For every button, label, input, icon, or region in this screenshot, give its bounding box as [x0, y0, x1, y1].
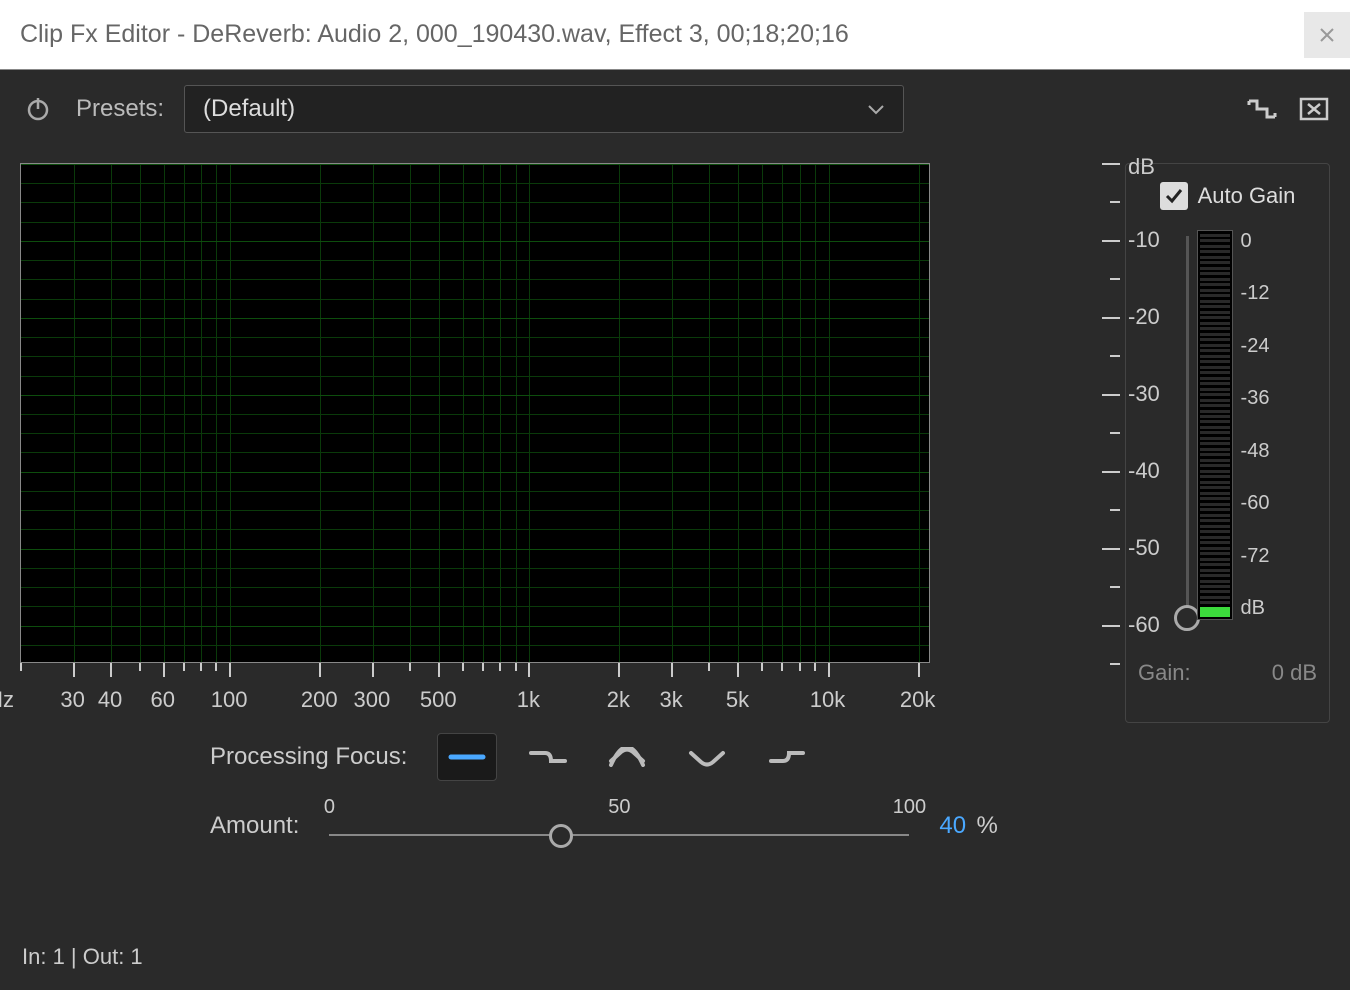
focus-lowshelf-button[interactable] — [517, 733, 577, 781]
preset-dropdown[interactable]: (Default) — [184, 85, 904, 133]
delete-preset-button[interactable] — [1298, 93, 1330, 125]
amount-label: Amount: — [210, 812, 299, 840]
preset-selected-text: (Default) — [203, 95, 295, 123]
toolbar: Presets: (Default) — [20, 85, 1330, 133]
focus-all-button[interactable] — [437, 733, 497, 781]
auto-gain-label: Auto Gain — [1198, 183, 1296, 209]
gain-slider[interactable] — [1186, 236, 1189, 616]
amount-value[interactable]: 40 — [939, 812, 966, 839]
processing-focus-row: Processing Focus: — [210, 733, 1330, 781]
meter-scale: 0-12-24-36-48-60-72dB — [1241, 230, 1270, 620]
meter-fill — [1200, 607, 1230, 617]
level-meter — [1197, 230, 1233, 620]
io-status: In: 1 | Out: 1 — [22, 944, 143, 970]
slider-tick-min: 0 — [324, 796, 335, 819]
amount-unit: % — [977, 812, 998, 839]
chevron-down-icon — [867, 103, 885, 115]
close-button[interactable] — [1304, 12, 1350, 58]
power-toggle[interactable] — [20, 91, 56, 127]
spectrum-panel: dB-10-20-30-40-50-60 Hz 3040601002003005… — [20, 163, 1100, 723]
hz-unit-label: Hz — [0, 687, 14, 713]
amount-slider[interactable]: 0 50 100 — [329, 806, 909, 846]
amount-row: Amount: 0 50 100 40 % — [210, 806, 1330, 846]
focus-peak-button[interactable] — [597, 733, 657, 781]
spectrum-display[interactable] — [20, 163, 930, 663]
routing-icon-button[interactable] — [1246, 93, 1278, 125]
focus-notch-button[interactable] — [677, 733, 737, 781]
gain-value: 0 dB — [1272, 660, 1317, 686]
window-titlebar: Clip Fx Editor - DeReverb: Audio 2, 000_… — [0, 0, 1350, 70]
window-title: Clip Fx Editor - DeReverb: Audio 2, 000_… — [20, 20, 849, 49]
slider-tick-max: 100 — [893, 796, 926, 819]
presets-label: Presets: — [76, 95, 164, 123]
focus-highshelf-button[interactable] — [757, 733, 817, 781]
gain-label: Gain: — [1138, 660, 1191, 686]
hz-axis: Hz 3040601002003005001k2k3k5k10k20k — [20, 663, 930, 723]
processing-focus-label: Processing Focus: — [210, 743, 407, 771]
db-axis: dB-10-20-30-40-50-60 — [1110, 163, 1170, 663]
amount-slider-thumb[interactable] — [549, 824, 573, 848]
slider-tick-mid: 50 — [608, 796, 630, 819]
